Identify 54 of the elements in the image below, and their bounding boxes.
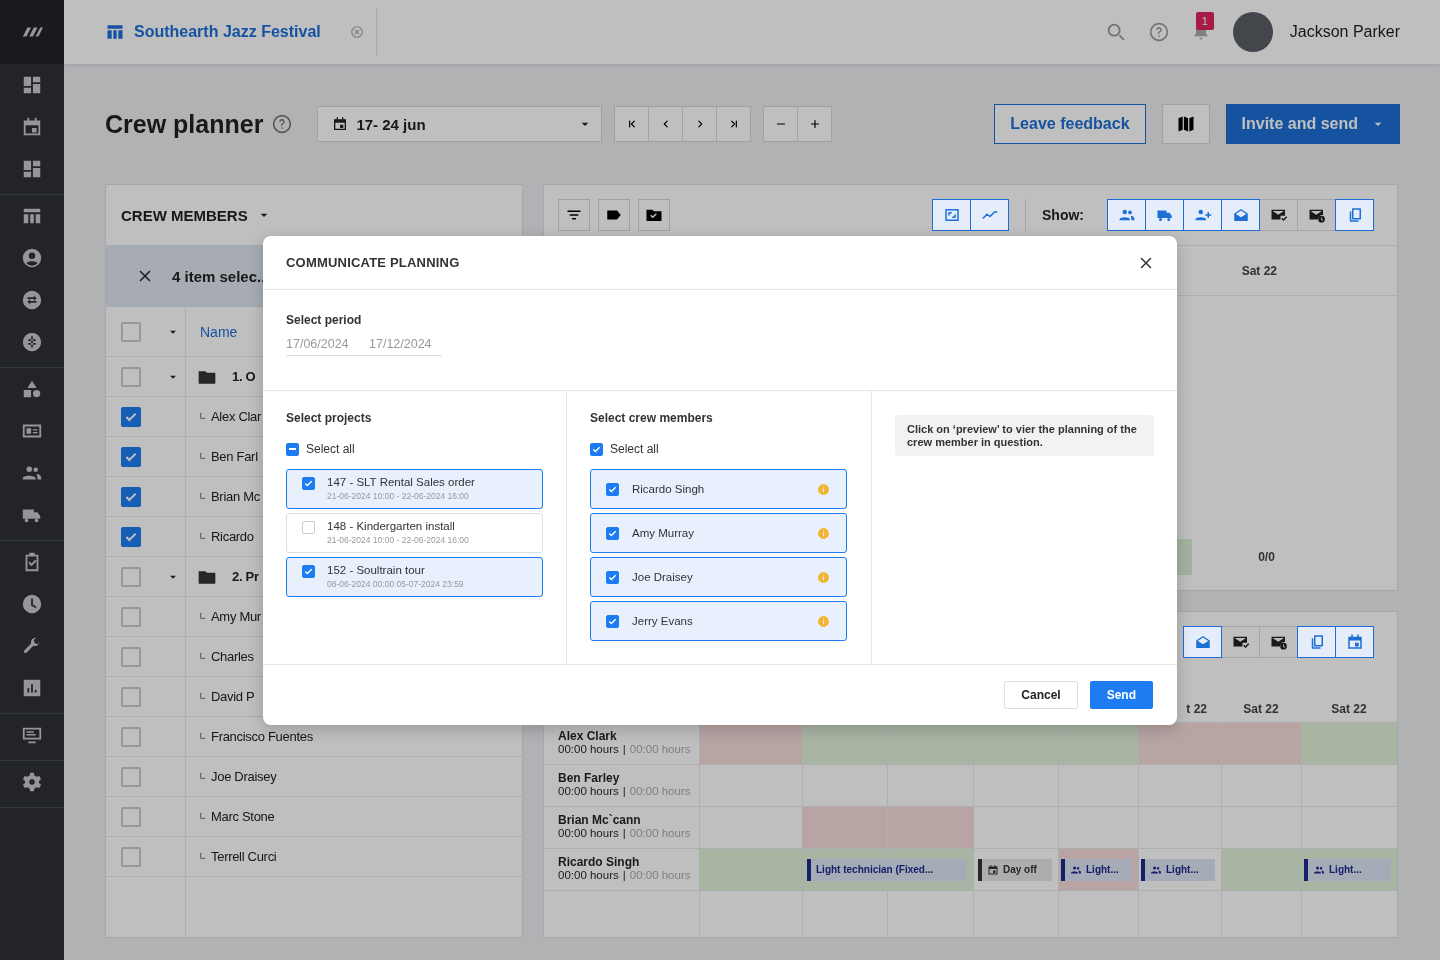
member-name: Terrell Curci [211, 849, 277, 864]
crew-name: Ricardo Singh [558, 855, 641, 869]
project-title: 147 - SLT Rental Sales order [327, 476, 475, 488]
member-name: Francisco Fuentes [211, 729, 313, 744]
day-header: t 22 [1186, 702, 1207, 716]
separator-mark: | [622, 827, 626, 839]
hours-text: 00:00 hours [558, 869, 619, 881]
member-name: Amy Mur [211, 609, 261, 624]
planned-hours: 00:00 hours [629, 869, 691, 881]
separator-mark: | [622, 869, 626, 881]
crew-name: Amy Murray [632, 527, 695, 539]
crew-name: Alex Clark [558, 729, 618, 743]
crew-name: Jerry Evans [632, 615, 694, 627]
hours-text: 00:00 hours [558, 743, 619, 755]
crew-name: Brian Mc`cann [558, 813, 642, 827]
planned-hours: 00:00 hours [629, 785, 691, 797]
project-dates: 08-06-2024 00:00 05-07-2024 23:59 [327, 579, 464, 589]
planned-hours: 00:00 hours [629, 827, 691, 839]
section-label: Select projects [286, 411, 373, 425]
project-dates: 21-06-2024 10:00 - 22-06-2024 16:00 [327, 491, 470, 501]
section-label: Select crew members [590, 411, 714, 425]
member-name: Ben Farl [211, 449, 258, 464]
hours-text: 00:00 hours [558, 827, 619, 839]
member-name: Ricardo [211, 529, 254, 544]
project-title: 148 - Kindergarten install [327, 520, 456, 532]
crew-name: Joe Draisey [632, 571, 694, 583]
crew-name: Ricardo Singh [632, 483, 706, 495]
hours-text: 00:00 hours [558, 785, 619, 797]
day-header: Sat 22 [1241, 263, 1277, 278]
member-name: Charles [211, 649, 254, 664]
member-name: Alex Clar [211, 409, 262, 424]
day-header: Sat 22 [1243, 702, 1279, 716]
member-name: Marc Stone [211, 809, 275, 824]
member-name: Brian Mc [211, 489, 260, 504]
show-label: Show: [1042, 207, 1084, 223]
dialog-title: COMMUNICATE PLANNING [286, 255, 460, 270]
group-name: 2. Pr [232, 569, 259, 584]
crew-name: Ben Farley [558, 771, 621, 785]
day-header: Sat 22 [1331, 702, 1367, 716]
project-title: 152 - Soultrain tour [327, 564, 426, 576]
field-label: Select period [286, 313, 363, 327]
count-text: 0/0 [1258, 550, 1275, 564]
separator-mark: | [622, 785, 626, 797]
separator-mark: | [622, 743, 626, 755]
member-name: Joe Draisey [211, 769, 277, 784]
page-title: Crew planner [105, 109, 264, 139]
group-name: 1. O [232, 369, 256, 384]
member-name: David P [211, 689, 255, 704]
user-name: Jackson Parker [1289, 23, 1400, 41]
selection-count: 4 item selec.. [172, 267, 266, 285]
planned-hours: 00:00 hours [629, 743, 691, 755]
project-dates: 21-06-2024 10:00 - 22-06-2024 16:00 [327, 535, 469, 545]
info-note: Click on ‘preview’ to vier the planning of the crew member in question. [895, 415, 1154, 457]
notification-badge: 1 [1195, 12, 1214, 30]
